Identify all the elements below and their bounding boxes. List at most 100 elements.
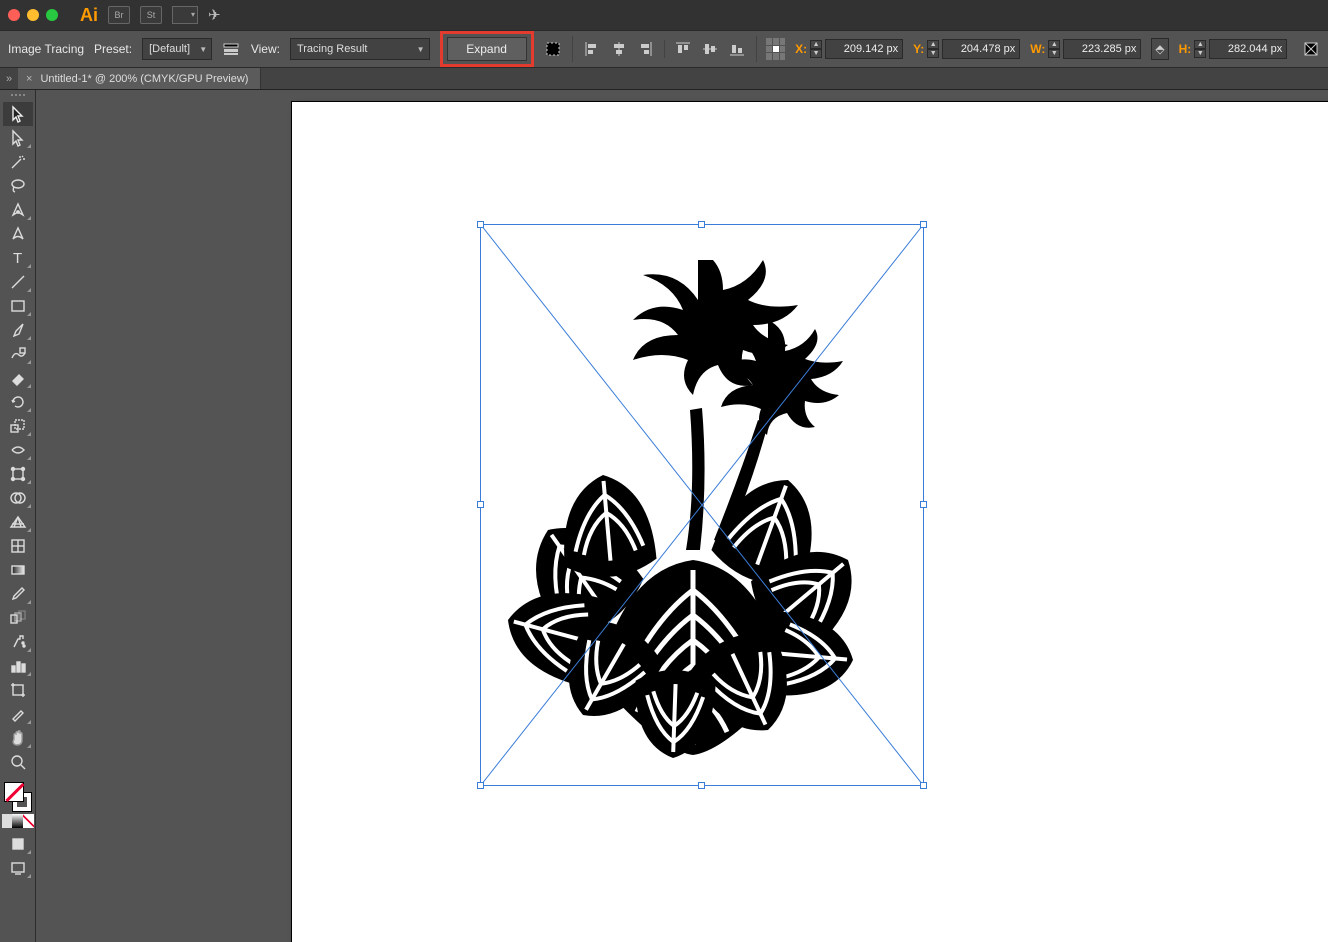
control-bar: Image Tracing Preset: [Default] View: Tr… [0, 30, 1328, 68]
align-vcenter-icon[interactable] [702, 39, 719, 59]
y-field: Y: ▲▼ 204.478 px [913, 39, 1020, 59]
selection-tool[interactable] [3, 102, 33, 126]
w-field: W: ▲▼ 223.285 px [1030, 39, 1141, 59]
align-hcenter-icon[interactable] [610, 39, 627, 59]
eraser-tool[interactable] [3, 366, 33, 390]
symbol-sprayer-tool[interactable] [3, 630, 33, 654]
h-field: H: ▲▼ 282.044 px [1179, 39, 1288, 59]
preset-dropdown[interactable]: [Default] [142, 38, 212, 60]
stock-button[interactable]: St [140, 6, 162, 24]
handle-tl[interactable] [477, 221, 484, 228]
x-field: X: ▲▼ 209.142 px [795, 39, 903, 59]
rectangle-tool[interactable] [3, 294, 33, 318]
separator [664, 40, 665, 58]
separator [756, 36, 757, 62]
main-area: T [0, 90, 1328, 942]
isolate-button[interactable] [544, 38, 563, 60]
shape-builder-tool[interactable] [3, 486, 33, 510]
tabstrip-chevron-icon[interactable]: » [0, 68, 18, 89]
eyedropper-tool[interactable] [3, 582, 33, 606]
fill-stroke-swatch[interactable] [2, 780, 34, 814]
tab-title: Untitled-1* @ 200% (CMYK/GPU Preview) [40, 73, 248, 85]
handle-ml[interactable] [477, 501, 484, 508]
x-stepper[interactable]: ▲▼ [810, 40, 822, 58]
reference-point-selector[interactable] [766, 38, 785, 60]
constrain-proportions-icon[interactable]: ⬘ [1151, 38, 1168, 60]
direct-selection-tool[interactable] [3, 126, 33, 150]
tab-close-icon[interactable]: × [26, 73, 32, 85]
scale-tool[interactable] [3, 414, 33, 438]
view-label: View: [251, 42, 280, 56]
mesh-tool[interactable] [3, 534, 33, 558]
tracing-options-button[interactable] [222, 38, 241, 60]
pen-tool[interactable] [3, 198, 33, 222]
view-dropdown[interactable]: Tracing Result [290, 38, 430, 60]
column-graph-tool[interactable] [3, 654, 33, 678]
line-tool[interactable] [3, 270, 33, 294]
handle-tr[interactable] [920, 221, 927, 228]
h-stepper[interactable]: ▲▼ [1194, 40, 1206, 58]
bridge-button[interactable]: Br [108, 6, 130, 24]
w-input[interactable]: 223.285 px [1063, 39, 1141, 59]
h-label: H: [1179, 42, 1192, 56]
handle-bc[interactable] [698, 782, 705, 789]
hand-tool[interactable] [3, 726, 33, 750]
separator [572, 36, 573, 62]
document-tab[interactable]: × Untitled-1* @ 200% (CMYK/GPU Preview) [18, 68, 261, 89]
handle-bl[interactable] [477, 782, 484, 789]
magic-wand-tool[interactable] [3, 150, 33, 174]
window-minimize-icon[interactable] [27, 9, 39, 21]
x-input[interactable]: 209.142 px [825, 39, 903, 59]
handle-br[interactable] [920, 782, 927, 789]
color-mode-row[interactable] [2, 814, 34, 828]
blend-tool[interactable] [3, 606, 33, 630]
align-left-icon[interactable] [583, 39, 600, 59]
align-right-icon[interactable] [637, 39, 654, 59]
perspective-grid-tool[interactable] [3, 510, 33, 534]
fill-swatch[interactable] [4, 782, 24, 802]
arrange-documents-button[interactable] [172, 6, 198, 24]
annotation-highlight: Expand [440, 31, 534, 67]
svg-text:T: T [13, 250, 22, 267]
window-zoom-icon[interactable] [46, 9, 58, 21]
gradient-tool[interactable] [3, 558, 33, 582]
zoom-tool[interactable] [3, 750, 33, 774]
panel-grip-icon[interactable] [5, 94, 31, 100]
type-tool[interactable]: T [3, 246, 33, 270]
width-tool[interactable] [3, 438, 33, 462]
handle-tc[interactable] [698, 221, 705, 228]
lasso-tool[interactable] [3, 174, 33, 198]
align-top-icon[interactable] [675, 39, 692, 59]
app-titlebar: Ai Br St ✈ [0, 0, 1328, 30]
expand-button[interactable]: Expand [447, 37, 527, 61]
tools-panel: T [0, 90, 36, 942]
curvature-tool[interactable] [3, 222, 33, 246]
rotate-tool[interactable] [3, 390, 33, 414]
screen-mode-button[interactable] [3, 856, 33, 880]
selection-diagonals-icon [481, 225, 923, 785]
document-tabstrip: » × Untitled-1* @ 200% (CMYK/GPU Preview… [0, 68, 1328, 90]
selection-bounding-box[interactable] [480, 224, 924, 786]
artboard-tool[interactable] [3, 678, 33, 702]
y-input[interactable]: 204.478 px [942, 39, 1020, 59]
paintbrush-tool[interactable] [3, 318, 33, 342]
y-stepper[interactable]: ▲▼ [927, 40, 939, 58]
shaper-tool[interactable] [3, 342, 33, 366]
w-label: W: [1030, 42, 1045, 56]
app-logo-icon: Ai [80, 5, 98, 26]
align-bottom-icon[interactable] [729, 39, 746, 59]
window-close-icon[interactable] [8, 9, 20, 21]
preset-label: Preset: [94, 42, 132, 56]
free-transform-tool[interactable] [3, 462, 33, 486]
slice-tool[interactable] [3, 702, 33, 726]
h-input[interactable]: 282.044 px [1209, 39, 1287, 59]
transform-panel-icon[interactable] [1301, 38, 1320, 60]
w-stepper[interactable]: ▲▼ [1048, 40, 1060, 58]
control-mode-label: Image Tracing [8, 42, 84, 56]
draw-mode-normal[interactable] [3, 832, 33, 856]
handle-mr[interactable] [920, 501, 927, 508]
sync-settings-icon[interactable]: ✈ [208, 6, 221, 24]
canvas-area[interactable] [36, 90, 1328, 942]
x-label: X: [795, 42, 807, 56]
y-label: Y: [913, 42, 924, 56]
